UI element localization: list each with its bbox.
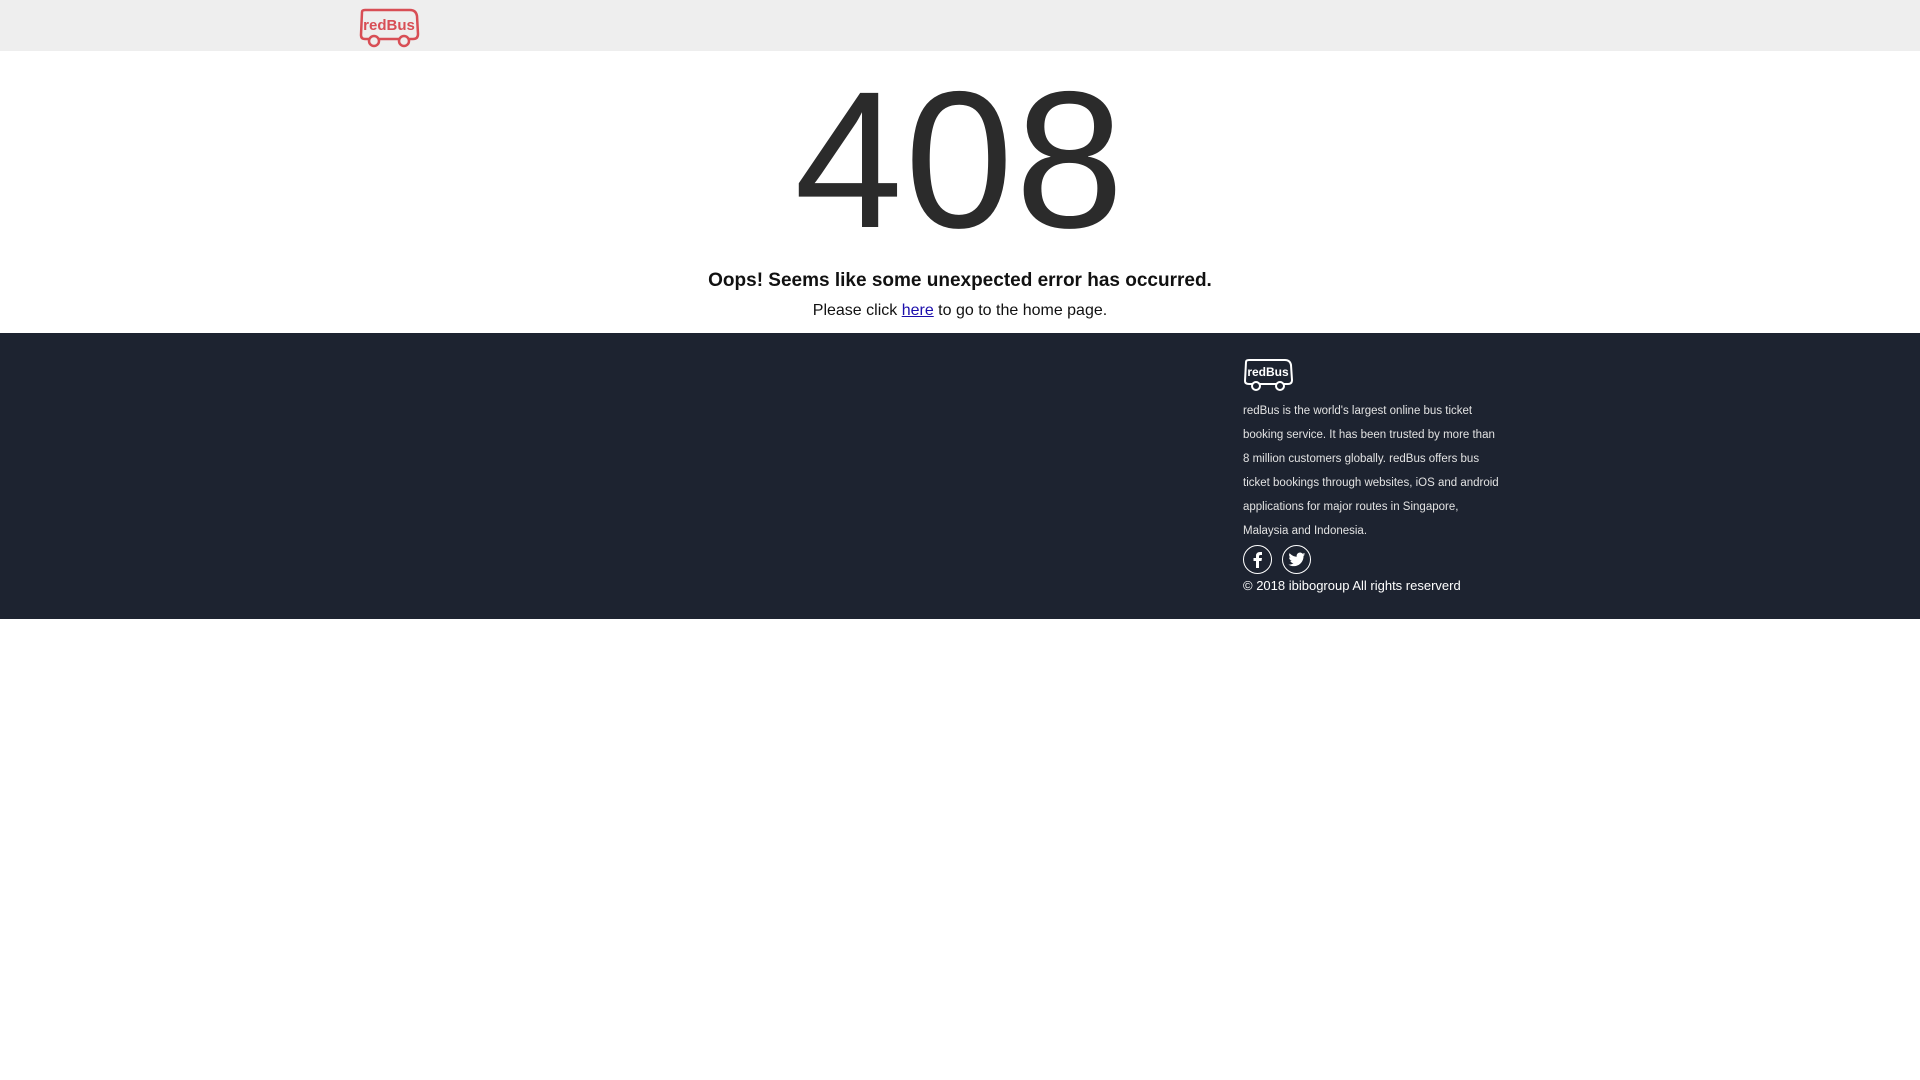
social-links (1243, 545, 1503, 577)
facebook-button[interactable] (1243, 545, 1272, 574)
home-prefix-text: Please click (812, 302, 902, 319)
error-code: 408 (794, 51, 1126, 269)
footer: redBus redBus is the world's largest onl… (0, 333, 1920, 619)
redbus-logo[interactable]: redBus (358, 8, 420, 48)
home-suffix-text: to go to the home page. (933, 302, 1108, 319)
svg-text:redBus: redBus (1247, 365, 1289, 379)
footer-about: redBus redBus is the world's largest onl… (1243, 359, 1503, 593)
copyright-text: © 2018 ibibogroup All rights reserverd (1243, 578, 1461, 593)
home-link[interactable]: here (902, 302, 934, 319)
facebook-icon (1253, 551, 1262, 568)
footer-redbus-logo-icon: redBus (1244, 359, 1293, 391)
twitter-button[interactable] (1282, 545, 1311, 574)
redbus-logo-icon: redBus (359, 8, 420, 48)
error-message: Oops! Seems like some unexpected error h… (708, 270, 1212, 291)
home-instruction: Please click here to go to the home page… (0, 302, 1920, 320)
footer-description: redBus is the world's largest online bus… (1243, 405, 1499, 537)
top-header: redBus (0, 0, 1920, 51)
twitter-icon (1287, 552, 1305, 566)
svg-text:redBus: redBus (363, 17, 415, 34)
